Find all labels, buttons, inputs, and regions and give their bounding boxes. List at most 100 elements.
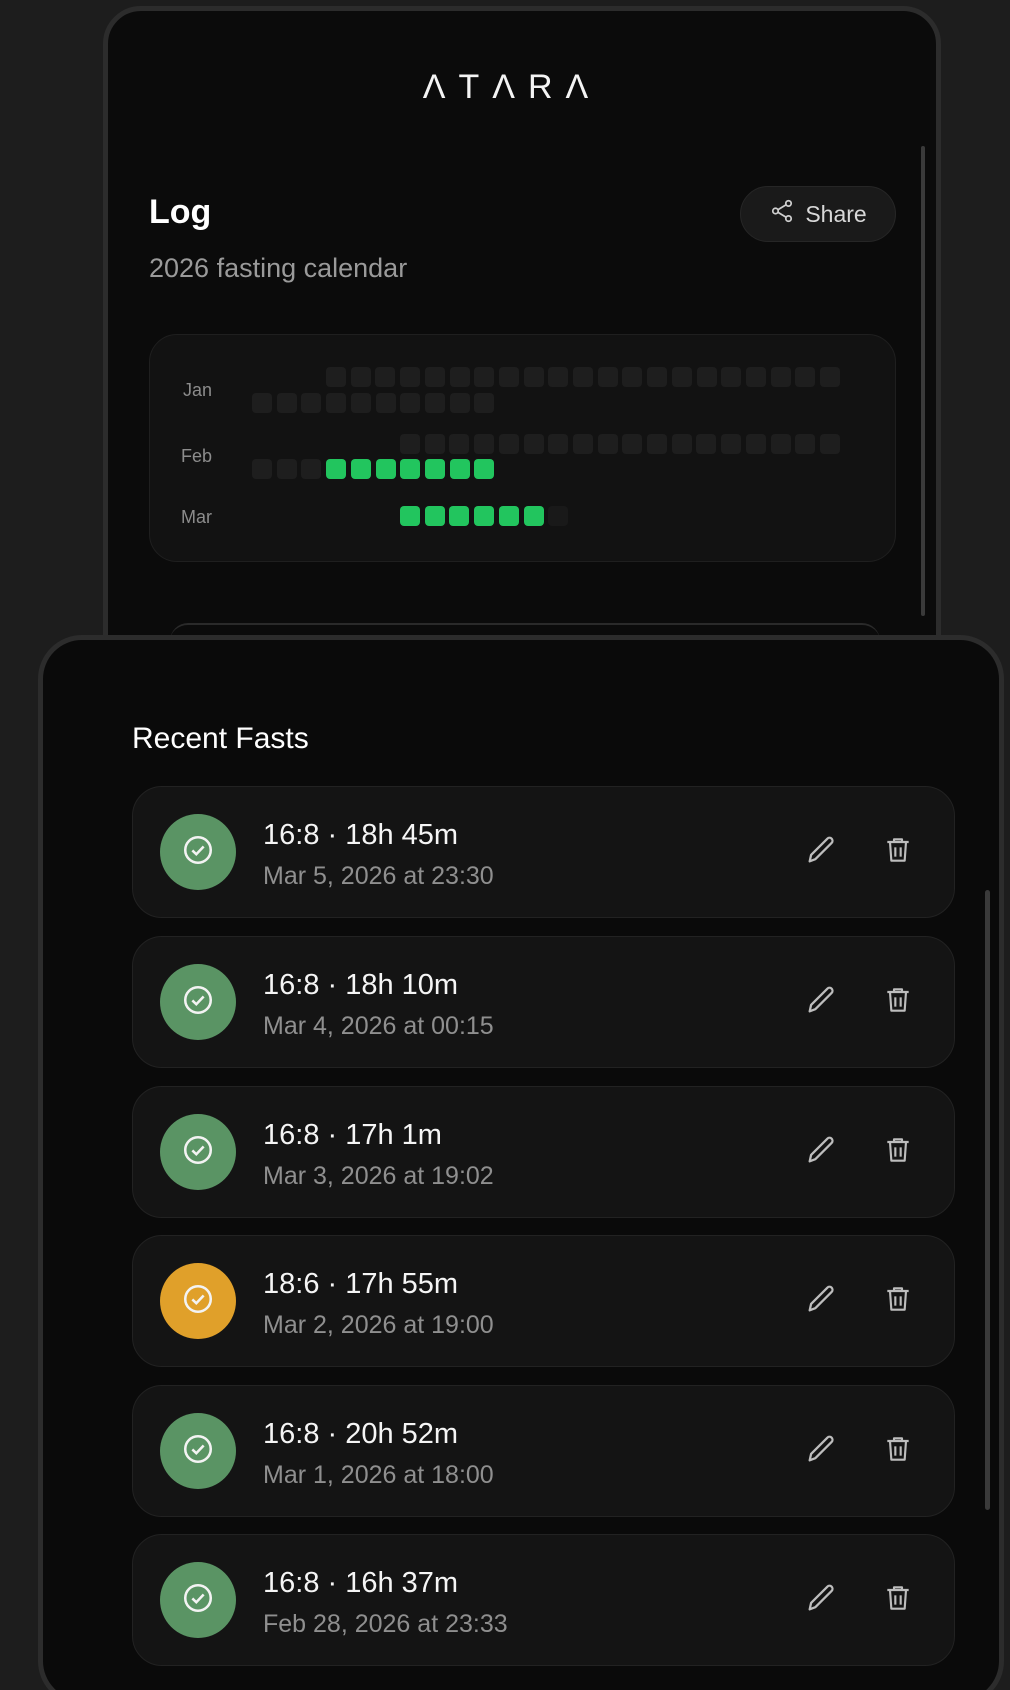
fast-list-item[interactable]: 16:8 · 18h 10m Mar 4, 2026 at 00:15 [132, 936, 955, 1068]
calendar-day[interactable] [573, 367, 593, 387]
page-subtitle: 2026 fasting calendar [149, 253, 408, 283]
recent-fasts-scrollbar[interactable] [985, 890, 990, 1510]
calendar-day[interactable] [276, 459, 297, 479]
calendar-day[interactable] [523, 367, 544, 387]
calendar-day-fasted[interactable] [449, 506, 470, 526]
calendar-day[interactable] [622, 367, 643, 387]
calendar-day[interactable] [449, 393, 470, 413]
edit-button[interactable] [796, 1276, 846, 1326]
calendar-day[interactable] [301, 393, 322, 413]
fast-summary: 16:8 · 20h 52m [263, 1418, 459, 1450]
fast-summary: 16:8 · 16h 37m [263, 1567, 459, 1599]
calendar-day-fasted[interactable] [326, 459, 347, 479]
delete-button[interactable] [873, 827, 923, 877]
calendar-day-fasted[interactable] [424, 506, 445, 526]
calendar-day[interactable] [400, 434, 420, 454]
calendar-day[interactable] [770, 434, 791, 454]
trash-icon [882, 984, 914, 1021]
calendar-day[interactable] [795, 434, 816, 454]
fast-summary: 16:8 · 17h 1m [263, 1119, 442, 1151]
pencil-icon [804, 1432, 838, 1471]
calendar-day[interactable] [523, 434, 544, 454]
calendar-day[interactable] [696, 367, 717, 387]
calendar-day-fasted[interactable] [350, 459, 371, 479]
log-scrollbar[interactable] [921, 146, 925, 616]
calendar-day[interactable] [745, 367, 766, 387]
calendar-day[interactable] [326, 393, 347, 413]
calendar-day[interactable] [819, 434, 840, 454]
calendar-day[interactable] [424, 393, 445, 413]
calendar-day[interactable] [474, 367, 495, 387]
fast-list-item[interactable]: 16:8 · 17h 1m Mar 3, 2026 at 19:02 [132, 1086, 955, 1218]
calendar-day[interactable] [548, 506, 569, 526]
calendar-day-fasted[interactable] [424, 459, 445, 479]
calendar-day-fasted[interactable] [400, 506, 420, 526]
delete-button[interactable] [873, 977, 923, 1027]
share-button[interactable]: Share [740, 186, 896, 242]
calendar-day-fasted[interactable] [498, 506, 519, 526]
calendar-day-fasted[interactable] [400, 459, 421, 479]
calendar-day[interactable] [770, 367, 791, 387]
trash-icon [882, 1582, 914, 1619]
calendar-day-fasted[interactable] [449, 459, 470, 479]
calendar-day[interactable] [671, 434, 692, 454]
calendar-day[interactable] [795, 367, 816, 387]
edit-button[interactable] [796, 827, 846, 877]
calendar-day[interactable] [647, 367, 668, 387]
fast-list-item[interactable]: 18:6 · 17h 55m Mar 2, 2026 at 19:00 [132, 1235, 955, 1367]
delete-button[interactable] [873, 1127, 923, 1177]
calendar-day[interactable] [572, 434, 593, 454]
edit-button[interactable] [796, 1426, 846, 1476]
calendar-day[interactable] [474, 393, 495, 413]
calendar-day-fasted[interactable] [375, 459, 396, 479]
calendar-day[interactable] [252, 393, 272, 413]
calendar-day-fasted[interactable] [523, 506, 544, 526]
calendar-day[interactable] [548, 367, 569, 387]
calendar-day[interactable] [276, 393, 297, 413]
calendar-day[interactable] [622, 434, 643, 454]
delete-button[interactable] [873, 1276, 923, 1326]
calendar-day[interactable] [449, 434, 470, 454]
calendar-day[interactable] [301, 459, 322, 479]
calendar-day[interactable] [647, 434, 667, 454]
calendar-day[interactable] [326, 367, 346, 387]
calendar-day[interactable] [400, 367, 421, 387]
fast-list-item[interactable]: 16:8 · 16h 37m Feb 28, 2026 at 23:33 [132, 1534, 955, 1666]
fast-list-item[interactable]: 16:8 · 18h 45m Mar 5, 2026 at 23:30 [132, 786, 955, 918]
calendar-day[interactable] [252, 459, 272, 479]
calendar-day[interactable] [449, 367, 470, 387]
calendar-day-fasted[interactable] [474, 459, 495, 479]
calendar-day[interactable] [671, 367, 692, 387]
fast-list-item[interactable]: 16:8 · 20h 52m Mar 1, 2026 at 18:00 [132, 1385, 955, 1517]
app-stage: ΛTΛRΛ Log 2026 fasting calendar Share Ja… [0, 0, 1010, 1690]
status-badge [160, 1114, 236, 1190]
calendar-day[interactable] [820, 367, 840, 387]
calendar-day[interactable] [498, 434, 519, 454]
calendar-day-fasted[interactable] [474, 506, 495, 526]
calendar-day[interactable] [745, 434, 766, 454]
calendar-month-label: Mar [181, 507, 212, 527]
calendar-day[interactable] [350, 393, 371, 413]
fast-date: Mar 2, 2026 at 19:00 [263, 1311, 494, 1339]
calendar-day[interactable] [375, 393, 396, 413]
delete-button[interactable] [873, 1575, 923, 1625]
calendar-day[interactable] [721, 367, 742, 387]
edit-button[interactable] [796, 1575, 846, 1625]
calendar-day[interactable] [424, 434, 445, 454]
check-circle-icon [181, 833, 215, 872]
edit-button[interactable] [796, 1127, 846, 1177]
calendar-day[interactable] [721, 434, 742, 454]
calendar-day[interactable] [400, 393, 421, 413]
calendar-day[interactable] [350, 367, 371, 387]
calendar-day[interactable] [696, 434, 717, 454]
calendar-day[interactable] [375, 367, 396, 387]
calendar-day[interactable] [498, 367, 519, 387]
status-badge [160, 814, 236, 890]
delete-button[interactable] [873, 1426, 923, 1476]
calendar-day[interactable] [424, 367, 445, 387]
calendar-day[interactable] [474, 434, 495, 454]
calendar-day[interactable] [597, 434, 618, 454]
calendar-day[interactable] [548, 434, 569, 454]
edit-button[interactable] [796, 977, 846, 1027]
calendar-day[interactable] [597, 367, 618, 387]
